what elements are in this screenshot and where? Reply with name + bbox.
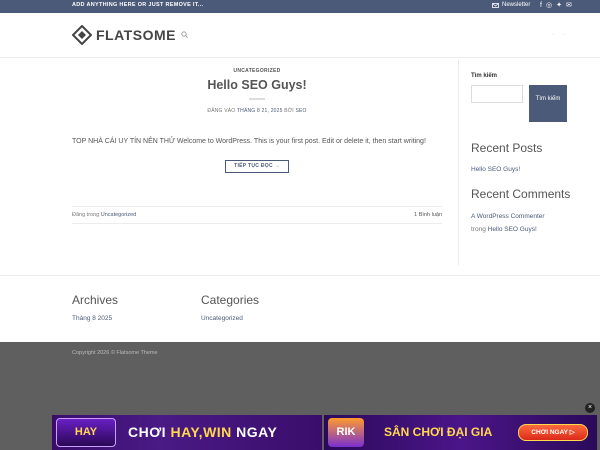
social-icons: f ◎ ✦ ✉ (540, 2, 572, 10)
meta-prefix: ĐĂNG VÀO (207, 108, 236, 114)
search-widget-title: Tìm kiếm (471, 73, 498, 79)
copyright-text: Copyright 2026 © Flatsome Theme (72, 350, 158, 356)
search-icon[interactable] (181, 31, 188, 40)
recent-posts-title: Recent Posts (471, 141, 543, 155)
archives-widget: Archives Tháng 8 2025 (72, 293, 118, 322)
instagram-icon[interactable]: ◎ (546, 2, 552, 10)
ad-left-text: CHƠI HAY,WIN NGAY (128, 424, 277, 440)
comment-author-link[interactable]: A WordPress Commenter (471, 213, 545, 220)
post-footer-category: Đăng trong Uncategorized (72, 212, 136, 218)
comment-post-link[interactable]: Hello SEO Guys! (488, 226, 537, 233)
post-article: UNCATEGORIZED Hello SEO Guys! ĐĂNG VÀO T… (72, 68, 442, 224)
search-submit-button[interactable]: Tìm kiếm (529, 85, 567, 122)
recent-post-link[interactable]: Hello SEO Guys! (471, 166, 520, 173)
divider-icon: · (552, 31, 555, 38)
recent-comment-item: A WordPress Commenter trong Hello SEO Gu… (471, 210, 545, 236)
header-right-icons: · · (552, 31, 565, 38)
search-input[interactable] (471, 85, 523, 103)
meta-author-link[interactable]: SEO (295, 108, 306, 114)
envelope-icon (492, 2, 499, 8)
facebook-icon[interactable]: f (540, 2, 542, 10)
footer-widgets: Archives Tháng 8 2025 Categories Uncateg… (0, 275, 600, 342)
logo-text: FLATSOME (96, 27, 176, 43)
meta-by: BỞI (284, 108, 294, 114)
ad-banner-left[interactable]: HAY CHƠI HAY,WIN NGAY (52, 415, 322, 450)
newsletter-label: Newsletter (502, 2, 531, 8)
ad-left-text-b: HAY,WIN (170, 424, 232, 440)
top-bar-promo-text: ADD ANYTHING HERE OR JUST REMOVE IT... (72, 2, 204, 8)
archives-title: Archives (72, 293, 119, 307)
post-excerpt: TOP NHÀ CÁI UY TÍN NÊN THỬ Welcome to Wo… (72, 138, 426, 145)
meta-date-link[interactable]: THÁNG 8 21, 2025 (237, 108, 283, 114)
flatsome-logo-icon (72, 25, 92, 45)
footer-category-prefix: Đăng trong (72, 212, 100, 218)
categories-link[interactable]: Uncategorized (201, 315, 259, 322)
comment-count-link[interactable]: 1 Bình luận (414, 212, 442, 218)
divider-icon: · (562, 31, 565, 38)
ad-left-text-a: CHƠI (128, 424, 171, 440)
post-footer: Đăng trong Uncategorized 1 Bình luận (72, 206, 442, 224)
ad-left-text-c: NGAY (231, 424, 278, 440)
site-logo[interactable]: FLATSOME (72, 25, 176, 45)
read-more-button[interactable]: TIẾP TỤC ĐỌC → (225, 160, 289, 173)
email-icon[interactable]: ✉ (566, 2, 572, 10)
recent-comments-title: Recent Comments (471, 187, 571, 201)
footer-category-link[interactable]: Uncategorized (101, 212, 136, 218)
ad-banner-right[interactable]: RIK SÂN CHƠI ĐẠI GIA CHƠI NGAY ▷ (324, 415, 597, 450)
close-icon[interactable]: × (585, 403, 595, 413)
post-title[interactable]: Hello SEO Guys! (72, 78, 442, 92)
archives-link[interactable]: Tháng 8 2025 (72, 315, 118, 322)
categories-title: Categories (201, 293, 260, 307)
ad-left-badge: HAY (56, 418, 116, 447)
ad-banner[interactable]: HAY CHƠI HAY,WIN NGAY RIK SÂN CHƠI ĐẠI G… (52, 415, 597, 450)
search-button-label: Tìm kiếm (535, 96, 561, 102)
sidebar: Tìm kiếm Tìm kiếm Recent Posts Hello SEO… (458, 60, 600, 265)
twitter-icon[interactable]: ✦ (556, 2, 562, 10)
ad-right-text: SÂN CHƠI ĐẠI GIA (384, 425, 493, 439)
ad-right-badge: RIK (328, 418, 364, 447)
top-bar: ADD ANYTHING HERE OR JUST REMOVE IT... N… (0, 0, 600, 13)
newsletter-link[interactable]: Newsletter (492, 2, 530, 8)
site-header: FLATSOME · · (0, 13, 600, 58)
post-category[interactable]: UNCATEGORIZED (72, 68, 442, 74)
ad-play-now-button[interactable]: CHƠI NGAY ▷ (518, 424, 588, 441)
categories-widget: Categories Uncategorized (201, 293, 259, 322)
comment-on-text: trong (471, 226, 486, 233)
title-divider (249, 98, 265, 100)
post-meta: ĐĂNG VÀO THÁNG 8 21, 2025 BỞI SEO (72, 108, 442, 114)
